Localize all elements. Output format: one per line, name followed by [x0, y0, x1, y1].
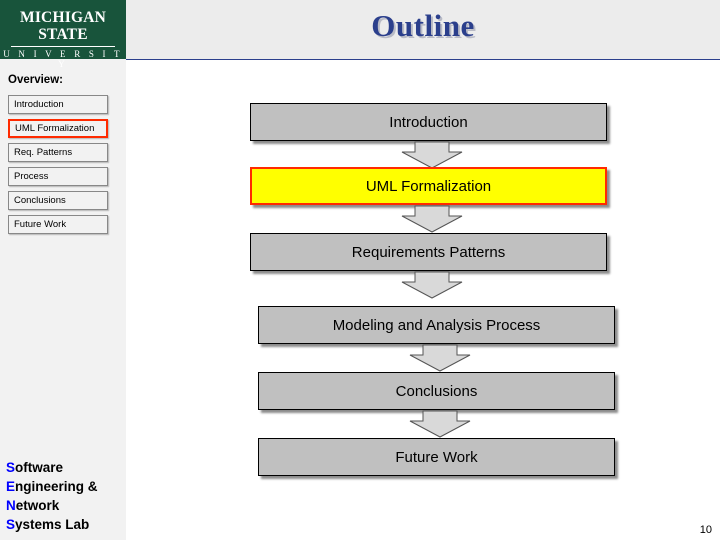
page-title: Outline	[371, 8, 475, 43]
sidebar-item-process[interactable]: Process	[8, 167, 108, 186]
flow-box-modeling-and-analysis-process[interactable]: Modeling and Analysis Process	[258, 306, 615, 344]
sidebar-item-future-work[interactable]: Future Work	[8, 215, 108, 234]
lab-name-rest: ngineering &	[15, 479, 98, 494]
lab-name-block: Software Engineering & Network Systems L…	[0, 458, 126, 540]
flow-box-requirements-patterns[interactable]: Requirements Patterns	[250, 233, 607, 271]
slide: Outline MICHIGAN STATE U N I V E R S I T…	[0, 0, 720, 540]
flow-box-uml-formalization[interactable]: UML Formalization	[250, 167, 607, 205]
outline-flow-diagram: Introduction UML Formalization Requireme…	[126, 59, 720, 540]
flow-box-introduction[interactable]: Introduction	[250, 103, 607, 141]
flow-box-future-work[interactable]: Future Work	[258, 438, 615, 476]
page-number: 10	[699, 524, 712, 536]
lab-name-line: Systems Lab	[0, 515, 126, 534]
sidebar-item-uml-formalization[interactable]: UML Formalization	[8, 119, 108, 138]
sidebar-item-introduction[interactable]: Introduction	[8, 95, 108, 114]
lab-name-rest: etwork	[15, 498, 60, 513]
msu-logo-university: MICHIGAN STATE	[20, 9, 106, 43]
overview-label: Overview:	[8, 74, 63, 86]
lab-name-line: Network	[0, 496, 126, 515]
sidebar-nav: Introduction UML Formalization Req. Patt…	[8, 95, 110, 239]
sidebar-item-conclusions[interactable]: Conclusions	[8, 191, 108, 210]
msu-logo-rule	[11, 46, 115, 47]
lab-name-rest: ystems Lab	[15, 517, 90, 532]
lab-name-rest: oftware	[15, 460, 64, 475]
lab-name-initial: E	[6, 479, 16, 494]
lab-name-initial: S	[6, 460, 16, 475]
lab-name-initial: N	[6, 498, 16, 513]
lab-name-initial: S	[6, 517, 16, 532]
sidebar-item-req-patterns[interactable]: Req. Patterns	[8, 143, 108, 162]
sidebar: MICHIGAN STATE U N I V E R S I T Y Overv…	[0, 0, 126, 540]
flow-box-conclusions[interactable]: Conclusions	[258, 372, 615, 410]
lab-name-line: Engineering &	[0, 477, 126, 496]
msu-logo: MICHIGAN STATE U N I V E R S I T Y	[0, 0, 126, 69]
lab-name-line: Software	[0, 458, 126, 477]
msu-logo-subtitle: U N I V E R S I T Y	[3, 49, 123, 69]
